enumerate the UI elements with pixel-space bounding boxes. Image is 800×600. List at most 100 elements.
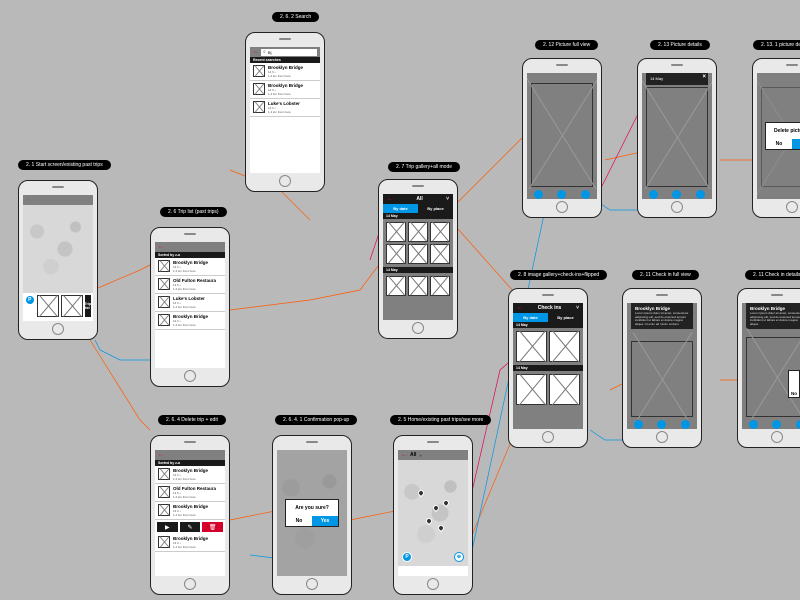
- modal-message: Delete picture?: [766, 123, 800, 139]
- action-icon[interactable]: [649, 190, 658, 199]
- action-icon[interactable]: [581, 190, 590, 199]
- modal-message: Are you sure?: [286, 500, 338, 516]
- screen-title-checkdet: 2. 11 Check in details: [745, 270, 800, 280]
- place-body: Lorem ipsum dolor sit amet, consectetur …: [635, 312, 689, 326]
- delete-modal: Delete picture? NoYes: [765, 122, 800, 150]
- thumb[interactable]: [516, 331, 547, 362]
- edit-button[interactable]: ✎: [180, 522, 201, 532]
- action-icon[interactable]: [557, 190, 566, 199]
- thumb[interactable]: [408, 222, 428, 242]
- action-icon[interactable]: [672, 190, 681, 199]
- no-button[interactable]: No: [766, 139, 792, 149]
- thumb[interactable]: [516, 374, 547, 405]
- partial-modal: No: [788, 370, 800, 398]
- phone-confirm: Are you sure? NoYes: [272, 435, 352, 595]
- chevron-down-icon[interactable]: ˅: [446, 196, 449, 202]
- tab-by-date[interactable]: By date: [513, 313, 548, 322]
- phone-homemap: ←All˅ P ⊕: [393, 435, 473, 595]
- back-icon[interactable]: ←: [401, 452, 407, 458]
- action-icon[interactable]: [634, 420, 643, 429]
- back-icon[interactable]: ←: [158, 452, 164, 458]
- thumb[interactable]: [430, 276, 450, 296]
- action-icon[interactable]: [657, 420, 666, 429]
- screen-title-imgcheck: 2. 8 image gallery+check-ins+flipped: [510, 270, 607, 280]
- no-button[interactable]: No: [286, 516, 312, 526]
- thumb[interactable]: [549, 331, 580, 362]
- list-item[interactable]: Old Fulton Restaura14 h •1.4 km from her…: [155, 484, 225, 502]
- list-item[interactable]: Brooklyn Bridge14 h •1.4 km from here: [250, 63, 320, 81]
- delete-button[interactable]: 🗑: [202, 522, 223, 532]
- phone-imgcheck: ←Check ins˅ By dateBy place 14 May 14 Ma…: [508, 288, 588, 448]
- list-item[interactable]: Brooklyn Bridge14 h •1.4 km from here: [155, 534, 225, 552]
- tab-by-place[interactable]: By place: [548, 313, 583, 322]
- back-icon[interactable]: ←: [517, 305, 523, 311]
- phone-start: ⌕ P Trip list: [18, 180, 98, 340]
- map-pin[interactable]: [437, 524, 445, 532]
- chevron-down-icon[interactable]: ˅: [419, 453, 421, 458]
- list-item[interactable]: Brooklyn Bridge14 h •1.4 km from here: [155, 502, 225, 520]
- full-image[interactable]: [646, 87, 708, 187]
- search-input[interactable]: ⌕B|: [261, 49, 317, 56]
- phone-gallery: ←All˅ By dateBy place 14 May 14 May: [378, 179, 458, 339]
- list-item[interactable]: Brooklyn Bridge14 h •1.4 km from here: [250, 81, 320, 99]
- list-item[interactable]: Brooklyn Bridge14 h •1.4 km from here: [155, 312, 225, 330]
- tab-by-date[interactable]: By date: [383, 204, 418, 213]
- action-icon[interactable]: [772, 420, 781, 429]
- thumb[interactable]: [430, 244, 450, 264]
- screen-title-confirm: 2. 6. 4. 1 Confirmation pop-up: [275, 415, 357, 425]
- thumb[interactable]: [408, 244, 428, 264]
- thumb[interactable]: [549, 374, 580, 405]
- place-body: Lorem ipsum dolor sit amet, consectetur …: [750, 312, 800, 326]
- list-item[interactable]: Brooklyn Bridge14 h •1.4 km from here: [155, 466, 225, 484]
- header[interactable]: All: [410, 452, 416, 458]
- map-badge-p[interactable]: P: [402, 552, 412, 562]
- screen-title-homemap: 2. 5 Home/existing past trips/see more: [390, 415, 491, 425]
- screen-title-start: 2. 1 Start screen/existing past trips: [18, 160, 111, 170]
- gallery-header[interactable]: All: [416, 196, 422, 202]
- thumb[interactable]: [386, 222, 406, 242]
- thumb[interactable]: [430, 222, 450, 242]
- yes-button[interactable]: Yes: [792, 139, 800, 149]
- search-icon[interactable]: ⌕: [26, 197, 29, 203]
- action-icon[interactable]: [796, 420, 800, 429]
- tab-by-place[interactable]: By place: [418, 204, 453, 213]
- map-badge-locate[interactable]: ⊕: [454, 552, 464, 562]
- back-icon[interactable]: ←: [387, 196, 393, 202]
- phone-checkdet: Brooklyn Bridge×Lorem ipsum dolor sit am…: [737, 288, 800, 448]
- play-button[interactable]: ▶: [157, 522, 178, 532]
- list-item[interactable]: Luke's Lobster14 h •1.4 km from here: [155, 294, 225, 312]
- full-image[interactable]: [531, 83, 593, 187]
- phone-search: ← ⌕B| Recent searches Brooklyn Bridge14 …: [245, 32, 325, 192]
- phone-delete: ← Sorted by z-a Brooklyn Bridge14 h •1.4…: [150, 435, 230, 595]
- close-icon[interactable]: ×: [702, 74, 706, 80]
- phone-triplist: ← Sorted by z-a Brooklyn Bridge14 h •1.4…: [150, 227, 230, 387]
- back-icon[interactable]: ←: [253, 49, 259, 55]
- screen-title-search: 2. 6. 2 Search: [272, 12, 319, 22]
- list-item[interactable]: Luke's Lobster14 h •1.4 km from here: [250, 99, 320, 117]
- thumb[interactable]: [386, 276, 406, 296]
- phone-picfull: [522, 58, 602, 218]
- back-icon[interactable]: ←: [158, 244, 164, 250]
- chevron-down-icon[interactable]: ˅: [576, 305, 579, 311]
- screen-title-triplist: 2. 6 Trip list (past trips): [160, 207, 227, 217]
- yes-button[interactable]: Yes: [312, 516, 338, 526]
- map-pin[interactable]: [432, 504, 440, 512]
- screen-title-checkfull: 2. 11 Check in full view: [632, 270, 699, 280]
- thumb[interactable]: [408, 276, 428, 296]
- action-icon[interactable]: [534, 190, 543, 199]
- list-item[interactable]: Brooklyn Bridge14 h •1.4 km from here: [155, 258, 225, 276]
- map-badge[interactable]: P: [25, 295, 35, 305]
- screen-title-picfull: 2. 12 Picture full view: [535, 40, 598, 50]
- action-icon[interactable]: [696, 190, 705, 199]
- no-button-partial[interactable]: No: [789, 390, 799, 397]
- screen-title-picdetail: 2. 13 Picture details: [650, 40, 710, 50]
- full-image[interactable]: [631, 341, 693, 417]
- map-pin[interactable]: [425, 517, 433, 525]
- map-pin[interactable]: [442, 499, 450, 507]
- action-icon[interactable]: [681, 420, 690, 429]
- list-item[interactable]: Old Fulton Restaura14 h •1.4 km from her…: [155, 276, 225, 294]
- map-pin[interactable]: [417, 489, 425, 497]
- action-icon[interactable]: [749, 420, 758, 429]
- trip-list-button[interactable]: Trip list: [85, 295, 91, 317]
- thumb[interactable]: [386, 244, 406, 264]
